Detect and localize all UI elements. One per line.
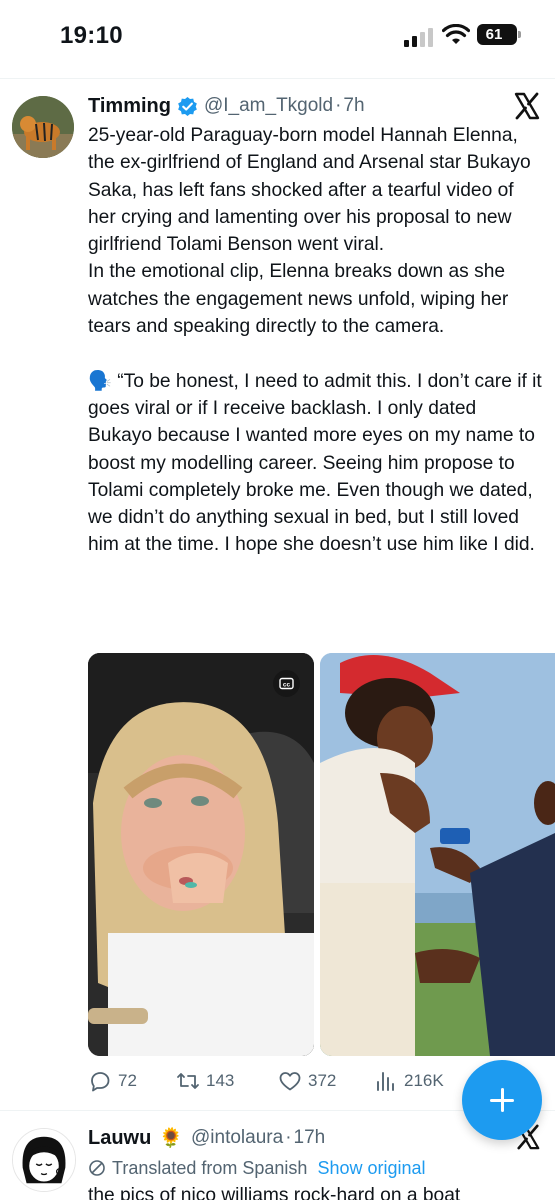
reply-count: 72 — [118, 1071, 137, 1090]
views-icon — [377, 1072, 394, 1091]
battery-cap — [518, 31, 521, 38]
like-icon — [279, 1072, 301, 1091]
photo-thumbnail[interactable] — [320, 653, 555, 1056]
retweet-count: 143 — [206, 1071, 235, 1090]
translated-label: Translated from Spanish — [112, 1157, 308, 1178]
cc-text: cc — [283, 681, 291, 688]
proposal-photo-image — [320, 653, 555, 1056]
views-button[interactable]: 216K — [374, 1066, 444, 1096]
separator-dot: · — [285, 1127, 292, 1148]
author-handle[interactable]: @I_am_Tkgold — [204, 95, 333, 117]
compose-button[interactable] — [462, 1060, 542, 1140]
author-name[interactable]: Lauwu — [88, 1127, 151, 1150]
tweet-time[interactable]: 17h — [294, 1127, 326, 1149]
x-logo-icon[interactable] — [513, 92, 541, 120]
tweet-header: Timming @I_am_Tkgold · 7h — [88, 92, 365, 120]
like-count: 372 — [308, 1071, 337, 1090]
reply-button[interactable]: 72 — [88, 1066, 137, 1096]
retweet-icon — [177, 1073, 199, 1089]
cc-glyph: cc — [279, 677, 294, 690]
wifi-icon — [442, 24, 470, 44]
tweet-time[interactable]: 7h — [343, 95, 364, 117]
tweet-header: Lauwu 🌻 @intolaura · 17h — [88, 1124, 325, 1152]
video-thumbnail[interactable]: cc — [88, 653, 314, 1056]
divider — [0, 78, 555, 79]
woman-blowing-kiss-image — [88, 653, 314, 1056]
reply-icon — [91, 1072, 110, 1092]
like-button[interactable]: 372 — [278, 1066, 336, 1096]
tweet-text-part1: 25-year-old Paraguay-born model Hannah E… — [88, 125, 531, 338]
sunflower-emoji: 🌻 — [159, 1128, 184, 1149]
plus-vertical — [500, 1088, 504, 1112]
signal-icon — [404, 28, 433, 47]
closed-captions-icon[interactable]: cc — [273, 670, 300, 697]
separator-dot: · — [335, 95, 342, 116]
views-count: 216K — [404, 1071, 444, 1090]
status-time: 19:10 — [60, 22, 123, 49]
author-avatar[interactable] — [12, 1128, 76, 1192]
author-handle[interactable]: @intolaura — [191, 1127, 283, 1149]
tweet-actions: 72 143 372 216K — [88, 1066, 468, 1096]
translation-notice: Translated from Spanish Show original — [88, 1155, 426, 1181]
retweet-button[interactable]: 143 — [176, 1066, 234, 1096]
author-name[interactable]: Timming — [88, 95, 171, 118]
speaking-head-emoji: 🗣️ — [88, 370, 112, 392]
battery-level: 61 — [485, 26, 503, 43]
tweet-body: the pics of nico williams rock-hard on a… — [88, 1185, 461, 1200]
tweet-text-part2: “To be honest, I need to admit this. I d… — [88, 370, 548, 556]
tweet-body: 25-year-old Paraguay-born model Hannah E… — [88, 122, 543, 559]
show-original-link[interactable]: Show original — [317, 1158, 425, 1179]
author-avatar[interactable] — [12, 96, 74, 158]
status-bar: 19:10 61 — [0, 0, 555, 70]
tiger-avatar-image — [12, 96, 74, 158]
translate-icon — [89, 1160, 105, 1176]
illustrated-girl-avatar-image — [13, 1129, 75, 1191]
verified-badge-icon — [178, 96, 197, 116]
battery-icon: 61 — [477, 24, 521, 45]
